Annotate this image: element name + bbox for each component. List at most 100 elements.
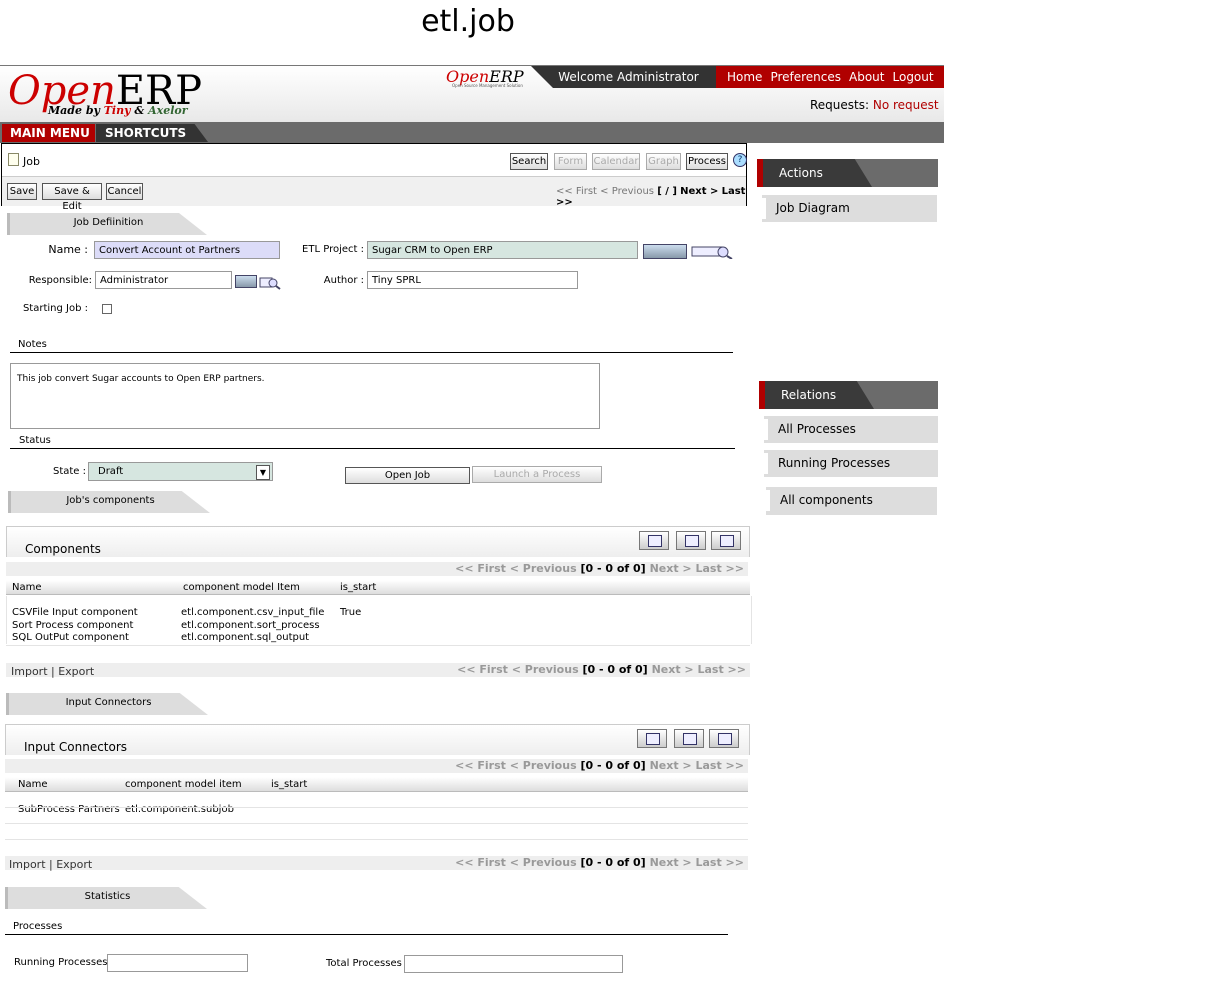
- notes-label: Notes: [18, 339, 47, 350]
- nav-logout[interactable]: Logout: [893, 70, 934, 84]
- table-row-model[interactable]: etl.component.sql_output: [181, 632, 309, 643]
- table-row-model[interactable]: etl.component.sort_process: [181, 620, 320, 631]
- form-view-button[interactable]: Form: [554, 153, 587, 170]
- pager-next[interactable]: Next >: [650, 562, 692, 575]
- list-view-icon[interactable]: [709, 729, 739, 748]
- save-button[interactable]: Save: [7, 183, 37, 200]
- tagline-amp: &: [134, 104, 145, 117]
- shortcuts-button[interactable]: SHORTCUTS: [96, 124, 208, 142]
- tab-input-connectors[interactable]: Input Connectors: [6, 693, 208, 715]
- open-folder-icon[interactable]: [235, 275, 257, 288]
- processes-separator: [5, 934, 728, 935]
- pager-last[interactable]: Last >>: [697, 663, 746, 676]
- pager-first[interactable]: << First: [455, 856, 506, 869]
- responsible-field[interactable]: Administrator: [95, 271, 232, 289]
- table-row-model[interactable]: etl.component.subjob: [125, 804, 234, 815]
- row-divider: [5, 823, 748, 824]
- relation-running-processes[interactable]: Running Processes: [759, 450, 938, 477]
- pager-count: [0 - 0 of 0]: [580, 562, 646, 575]
- new-record-icon[interactable]: [637, 729, 667, 748]
- components-title: Components: [25, 542, 101, 556]
- notes-textarea[interactable]: This job convert Sugar accounts to Open …: [10, 363, 600, 429]
- pager-first[interactable]: << First: [457, 663, 508, 676]
- import-export-link[interactable]: Import | Export: [11, 665, 94, 678]
- action-job-diagram[interactable]: Job Diagram: [757, 195, 937, 222]
- components-footer-pager: << First < Previous [0 - 0 of 0] Next > …: [6, 663, 750, 677]
- table-row-name[interactable]: SQL OutPut component: [12, 632, 129, 643]
- column-model-item[interactable]: component model item: [125, 779, 242, 790]
- relations-panel-header: Relations: [759, 381, 938, 409]
- table-row-name[interactable]: Sort Process component: [12, 620, 133, 631]
- calendar-view-button[interactable]: Calendar: [592, 153, 640, 170]
- relations-title: Relations: [759, 381, 874, 409]
- pager-count: [ / ]: [657, 186, 677, 197]
- open-job-button[interactable]: Open Job: [345, 467, 470, 484]
- requests-link[interactable]: No request: [873, 98, 939, 112]
- list-view-icon[interactable]: [711, 531, 741, 550]
- search-lookup-icon[interactable]: [691, 244, 733, 260]
- open-folder-icon[interactable]: [643, 244, 687, 259]
- pager-last[interactable]: Last >>: [695, 856, 744, 869]
- connectors-pager: << First < Previous [0 - 0 of 0] Next > …: [5, 759, 748, 773]
- column-is-start[interactable]: is_start: [340, 582, 376, 593]
- column-is-start[interactable]: is_start: [271, 779, 307, 790]
- nav-home[interactable]: Home: [727, 70, 762, 84]
- tab-statistics[interactable]: Statistics: [5, 887, 207, 909]
- relation-all-processes[interactable]: All Processes: [759, 416, 938, 443]
- help-icon[interactable]: ?: [733, 153, 747, 167]
- table-row-model[interactable]: etl.component.csv_input_file: [181, 607, 324, 618]
- print-icon[interactable]: [674, 729, 704, 748]
- row-divider: [5, 839, 748, 840]
- pager-first[interactable]: << First: [455, 562, 506, 575]
- pager-previous[interactable]: < Previous: [510, 856, 577, 869]
- tab-job-definition[interactable]: Job Defiinition: [7, 213, 207, 235]
- pager-last[interactable]: Last >>: [695, 562, 744, 575]
- main-menu-button[interactable]: MAIN MENU: [2, 124, 95, 142]
- etl-project-field[interactable]: Sugar CRM to Open ERP: [367, 241, 638, 259]
- table-row-is-start[interactable]: True: [340, 607, 361, 618]
- starting-job-label: Starting Job :: [22, 303, 88, 314]
- author-field[interactable]: Tiny SPRL: [367, 271, 578, 289]
- running-processes-field[interactable]: [107, 954, 248, 972]
- column-name[interactable]: Name: [12, 582, 42, 593]
- pager-first[interactable]: << First: [455, 759, 506, 772]
- column-name[interactable]: Name: [18, 779, 48, 790]
- table-row-name[interactable]: CSVFile Input component: [12, 607, 138, 618]
- pager-next[interactable]: Next >: [650, 759, 692, 772]
- pager-first[interactable]: << First: [556, 186, 597, 197]
- state-select[interactable]: Draft ▼: [88, 462, 273, 481]
- form-toolbar: Job Search Form Calendar Graph Process ?…: [1, 143, 747, 212]
- search-view-button[interactable]: Search: [510, 153, 548, 170]
- relation-all-components[interactable]: All components: [761, 487, 937, 515]
- search-lookup-icon[interactable]: [259, 275, 281, 290]
- starting-job-checkbox[interactable]: [102, 304, 112, 314]
- pager-last[interactable]: Last >>: [695, 759, 744, 772]
- launch-process-button[interactable]: Launch a Process: [472, 466, 602, 483]
- total-processes-field[interactable]: [404, 955, 623, 973]
- row-divider: [6, 645, 750, 646]
- save-edit-button[interactable]: Save & Edit: [42, 183, 102, 212]
- status-label: Status: [19, 435, 51, 446]
- pager-next[interactable]: Next >: [680, 186, 718, 197]
- nav-preferences[interactable]: Preferences: [770, 70, 841, 84]
- nav-about[interactable]: About: [849, 70, 884, 84]
- name-field[interactable]: Convert Account ot Partners: [94, 241, 280, 259]
- pager-previous[interactable]: < Previous: [510, 562, 577, 575]
- pager-previous[interactable]: < Previous: [600, 186, 654, 197]
- table-row-name[interactable]: SubProcess Partners: [18, 804, 120, 815]
- new-record-icon[interactable]: [639, 531, 669, 550]
- running-processes-label: Running Processes :: [14, 957, 114, 968]
- tagline-prefix: Made by: [48, 104, 100, 117]
- process-view-button[interactable]: Process: [686, 153, 728, 170]
- window-title: etl.job: [421, 4, 515, 39]
- import-export-link[interactable]: Import | Export: [9, 858, 92, 871]
- pager-next[interactable]: Next >: [650, 856, 692, 869]
- pager-previous[interactable]: < Previous: [510, 759, 577, 772]
- column-model-item[interactable]: component model Item: [183, 582, 300, 593]
- print-icon[interactable]: [676, 531, 706, 550]
- graph-view-button[interactable]: Graph: [646, 153, 681, 170]
- pager-next[interactable]: Next >: [652, 663, 694, 676]
- pager-previous[interactable]: < Previous: [512, 663, 579, 676]
- tab-job-components[interactable]: Job's components: [8, 491, 210, 513]
- cancel-button[interactable]: Cancel: [106, 183, 143, 200]
